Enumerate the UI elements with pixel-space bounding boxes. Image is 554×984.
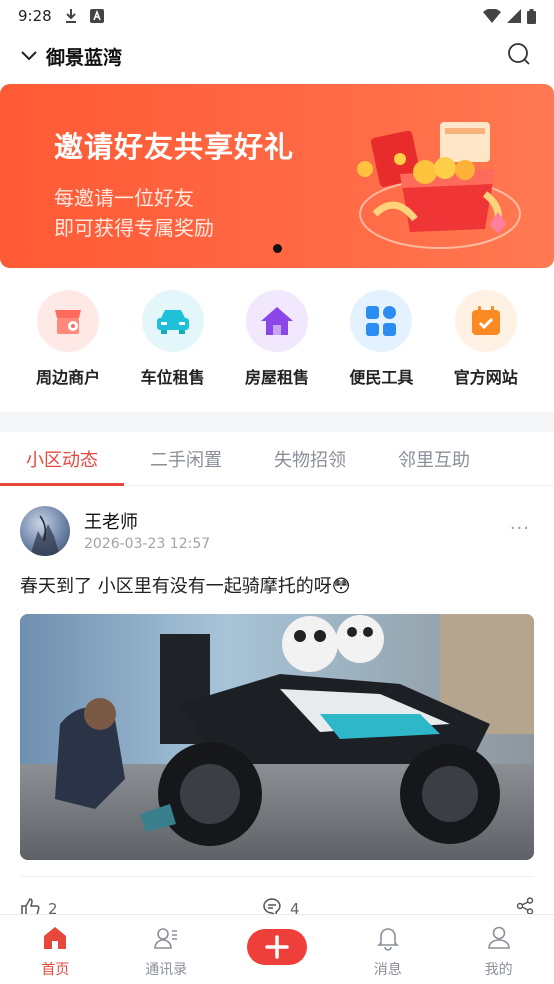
signal-icon bbox=[507, 9, 521, 23]
nav-label: 通讯录 bbox=[145, 962, 188, 978]
chevron-down-icon bbox=[20, 47, 38, 66]
grid-icon bbox=[350, 290, 413, 352]
bottom-nav: 首页 通讯录 消息 我的 bbox=[0, 914, 554, 984]
quick-link-label: 车位租售 bbox=[140, 368, 205, 387]
feed-tabs: 小区动态 二手闲置 失物招领 邻里互助 bbox=[0, 432, 554, 486]
community-name: 御景蓝湾 bbox=[46, 46, 123, 69]
search-button[interactable] bbox=[504, 41, 534, 71]
tab-neighbor-help[interactable]: 邻里互助 bbox=[372, 432, 496, 485]
post-photo[interactable] bbox=[20, 614, 534, 860]
community-selector[interactable]: 御景蓝湾 bbox=[20, 43, 122, 70]
tab-community-news[interactable]: 小区动态 bbox=[0, 432, 124, 486]
house-icon bbox=[245, 290, 308, 352]
search-icon bbox=[507, 42, 531, 70]
gift-basket-illustration bbox=[345, 114, 525, 254]
nav-label: 我的 bbox=[484, 962, 513, 978]
post-content: 春天到了 小区里有没有一起骑摩托的呀😳 bbox=[20, 576, 351, 597]
car-icon bbox=[141, 290, 204, 352]
wifi-icon bbox=[483, 9, 501, 23]
banner-title: 邀请好友共享好礼 bbox=[54, 130, 295, 164]
download-icon bbox=[64, 8, 78, 24]
nav-messages[interactable]: 消息 bbox=[332, 915, 443, 984]
post-author[interactable]: 王老师 bbox=[84, 508, 138, 534]
nav-contacts[interactable]: 通讯录 bbox=[111, 915, 222, 984]
nav-label: 首页 bbox=[41, 962, 70, 978]
post-actions: 2 4 bbox=[20, 876, 534, 918]
quick-link-parking[interactable]: 车位租售 bbox=[128, 290, 218, 400]
quick-links: 周边商户 车位租售 房屋租售 便民工具 官方网站 bbox=[0, 290, 554, 400]
nav-label: 消息 bbox=[373, 962, 402, 978]
home-icon bbox=[42, 925, 68, 955]
more-options-icon[interactable]: ··· bbox=[510, 518, 530, 539]
contacts-icon bbox=[153, 925, 179, 955]
shop-icon bbox=[37, 290, 100, 352]
nav-home[interactable]: 首页 bbox=[0, 915, 111, 984]
a-icon bbox=[89, 9, 104, 23]
plus-icon[interactable] bbox=[246, 929, 307, 965]
quick-link-label: 官方网站 bbox=[453, 368, 518, 387]
quick-link-tools[interactable]: 便民工具 bbox=[336, 290, 426, 400]
nav-publish[interactable] bbox=[222, 915, 333, 984]
quick-link-label: 房屋租售 bbox=[244, 368, 309, 387]
battery-icon bbox=[527, 8, 536, 24]
quick-link-official-site[interactable]: 官方网站 bbox=[441, 290, 531, 400]
pager-dot[interactable] bbox=[272, 244, 282, 253]
quick-link-label: 周边商户 bbox=[36, 368, 101, 387]
tab-lost-and-found[interactable]: 失物招领 bbox=[248, 432, 372, 485]
banner-subtitle-line1: 每邀请一位好友 bbox=[54, 186, 194, 210]
quick-link-shops[interactable]: 周边商户 bbox=[23, 290, 113, 400]
nav-profile[interactable]: 我的 bbox=[443, 915, 554, 984]
post-timestamp: 2026-03-23 12:57 bbox=[84, 536, 211, 552]
banner-subtitle-line2: 即可获得专属奖励 bbox=[54, 216, 214, 240]
status-bar: 9:28 bbox=[0, 0, 554, 32]
status-time: 9:28 bbox=[18, 7, 52, 25]
calendar-icon bbox=[454, 290, 517, 352]
avatar[interactable] bbox=[20, 506, 70, 556]
quick-link-housing[interactable]: 房屋租售 bbox=[232, 290, 322, 400]
banner-pager bbox=[0, 244, 554, 253]
app-header: 御景蓝湾 bbox=[0, 32, 554, 80]
post-header: 王老师 2026-03-23 12:57 ··· bbox=[20, 506, 534, 560]
tab-second-hand[interactable]: 二手闲置 bbox=[124, 432, 248, 485]
user-icon bbox=[486, 925, 512, 955]
section-divider bbox=[0, 412, 554, 432]
quick-link-label: 便民工具 bbox=[349, 368, 414, 387]
invite-banner[interactable]: 邀请好友共享好礼 每邀请一位好友 即可获得专属奖励 bbox=[0, 84, 554, 268]
bell-icon bbox=[375, 925, 401, 955]
